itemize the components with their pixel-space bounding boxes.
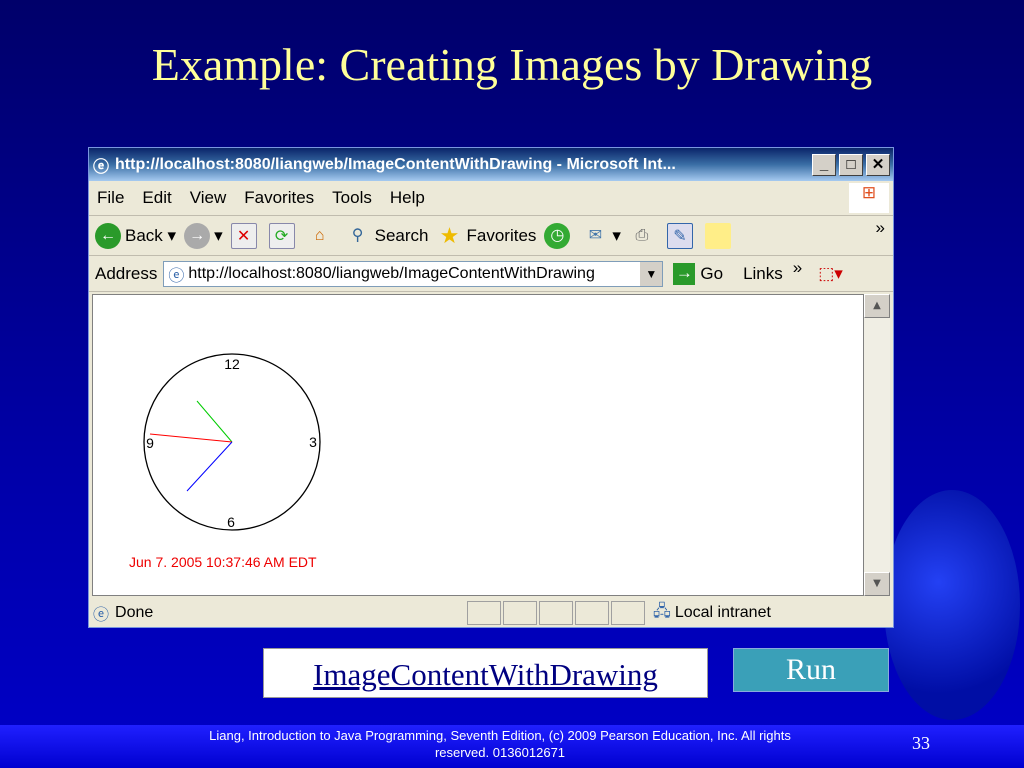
- edit-button[interactable]: ✎: [666, 222, 697, 249]
- page-content: 12 3 6 9 Jun 7. 2005 10:37:46 AM EDT: [92, 294, 864, 596]
- slide-title: Example: Creating Images by Drawing: [151, 39, 873, 90]
- stop-icon: ✕: [230, 222, 257, 249]
- minimize-button[interactable]: _: [812, 153, 836, 176]
- page-number: 33: [912, 733, 930, 753]
- address-bar: Address ⓔ http://localhost:8080/liangweb…: [89, 256, 893, 292]
- address-input[interactable]: ⓔ http://localhost:8080/liangweb/ImageCo…: [163, 260, 664, 287]
- ie-icon: ⓔ: [93, 158, 110, 176]
- hour-hand: [196, 400, 233, 443]
- menu-file[interactable]: File: [97, 188, 124, 208]
- browser-window: ⓔ http://localhost:8080/liangweb/ImageCo…: [88, 147, 894, 628]
- printer-icon: ⎙: [635, 226, 649, 244]
- scroll-up-button[interactable]: ▲: [864, 294, 890, 318]
- search-button[interactable]: ⚲ Search: [345, 223, 429, 249]
- scroll-down-button[interactable]: ▼: [864, 572, 890, 596]
- address-label: Address: [95, 263, 158, 283]
- history-icon: ◷: [544, 222, 571, 249]
- clock-number-3: 3: [309, 434, 317, 450]
- windows-logo-icon: ⊞: [849, 183, 889, 213]
- edit-icon: ✎: [666, 222, 693, 249]
- toolbar-more[interactable]: »: [876, 218, 885, 238]
- print-button[interactable]: ⎙: [629, 223, 659, 249]
- menu-help[interactable]: Help: [390, 188, 425, 208]
- run-button[interactable]: Run: [733, 648, 889, 692]
- menu-edit[interactable]: Edit: [142, 188, 171, 208]
- stop-button[interactable]: ✕: [230, 222, 261, 249]
- menu-view[interactable]: View: [190, 188, 227, 208]
- go-button[interactable]: → Go: [673, 262, 723, 285]
- copyright-text: Liang, Introduction to Java Programming,…: [209, 728, 791, 760]
- menu-tools[interactable]: Tools: [332, 188, 372, 208]
- back-button[interactable]: ← Back ▾: [95, 222, 176, 249]
- home-button[interactable]: ⌂: [307, 223, 337, 249]
- close-button[interactable]: ✕: [866, 153, 890, 176]
- maximize-button[interactable]: □: [839, 153, 863, 176]
- footer: Liang, Introduction to Java Programming,…: [0, 725, 1024, 768]
- refresh-button[interactable]: ⟳: [268, 222, 299, 249]
- go-arrow-icon: →: [673, 262, 696, 285]
- address-dropdown[interactable]: ▼: [640, 261, 663, 286]
- forward-button[interactable]: → ▾: [184, 222, 223, 249]
- home-icon: ⌂: [314, 226, 325, 244]
- window-title: http://localhost:8080/liangweb/ImageCont…: [115, 155, 676, 173]
- forward-arrow-icon: →: [184, 222, 211, 249]
- page-done-icon: ⓔ: [93, 607, 110, 624]
- clock-number-12: 12: [224, 356, 240, 372]
- mail-button[interactable]: ✉ ▾: [582, 223, 621, 249]
- clock-number-6: 6: [227, 514, 235, 530]
- toolbar: ← Back ▾ → ▾ ✕ ⟳ ⌂ ⚲ Search ★ Favorites ◷ ✉ ▾…: [89, 216, 893, 256]
- favorites-button[interactable]: ★ Favorites: [436, 222, 537, 249]
- links-button[interactable]: Links: [743, 264, 783, 284]
- example-link[interactable]: ImageContentWithDrawing: [263, 648, 708, 698]
- status-bar: ⓔ Done 🖧 Local intranet: [89, 598, 893, 628]
- star-icon: ★: [439, 222, 460, 248]
- intranet-icon: 🖧: [653, 602, 671, 620]
- menu-bar: File Edit View Favorites Tools Help ⊞: [89, 181, 893, 216]
- clock-datetime: Jun 7. 2005 10:37:46 AM EDT: [129, 554, 317, 570]
- vertical-scrollbar[interactable]: ▲ ▼: [864, 294, 890, 596]
- note-icon: [704, 222, 731, 249]
- minute-hand: [186, 441, 233, 492]
- globe-decoration: [884, 490, 1020, 720]
- zone-text: Local intranet: [674, 604, 771, 621]
- pdf-icon[interactable]: ⬚▾: [818, 264, 843, 284]
- clock-number-9: 9: [146, 435, 154, 451]
- notes-button[interactable]: [704, 222, 735, 249]
- refresh-icon: ⟳: [268, 222, 295, 249]
- menu-favorites[interactable]: Favorites: [244, 188, 314, 208]
- links-more[interactable]: »: [793, 258, 802, 278]
- title-bar: ⓔ http://localhost:8080/liangweb/ImageCo…: [89, 148, 893, 181]
- history-button[interactable]: ◷: [544, 222, 574, 249]
- page-icon: ⓔ: [168, 267, 185, 285]
- mail-icon: ✉: [588, 226, 603, 244]
- status-text: Done: [115, 604, 154, 621]
- search-icon: ⚲: [351, 226, 364, 244]
- back-arrow-icon: ←: [95, 222, 121, 249]
- second-hand: [149, 433, 233, 443]
- clock-image: 12 3 6 9 Jun 7. 2005 10:37:46 AM EDT: [129, 353, 321, 570]
